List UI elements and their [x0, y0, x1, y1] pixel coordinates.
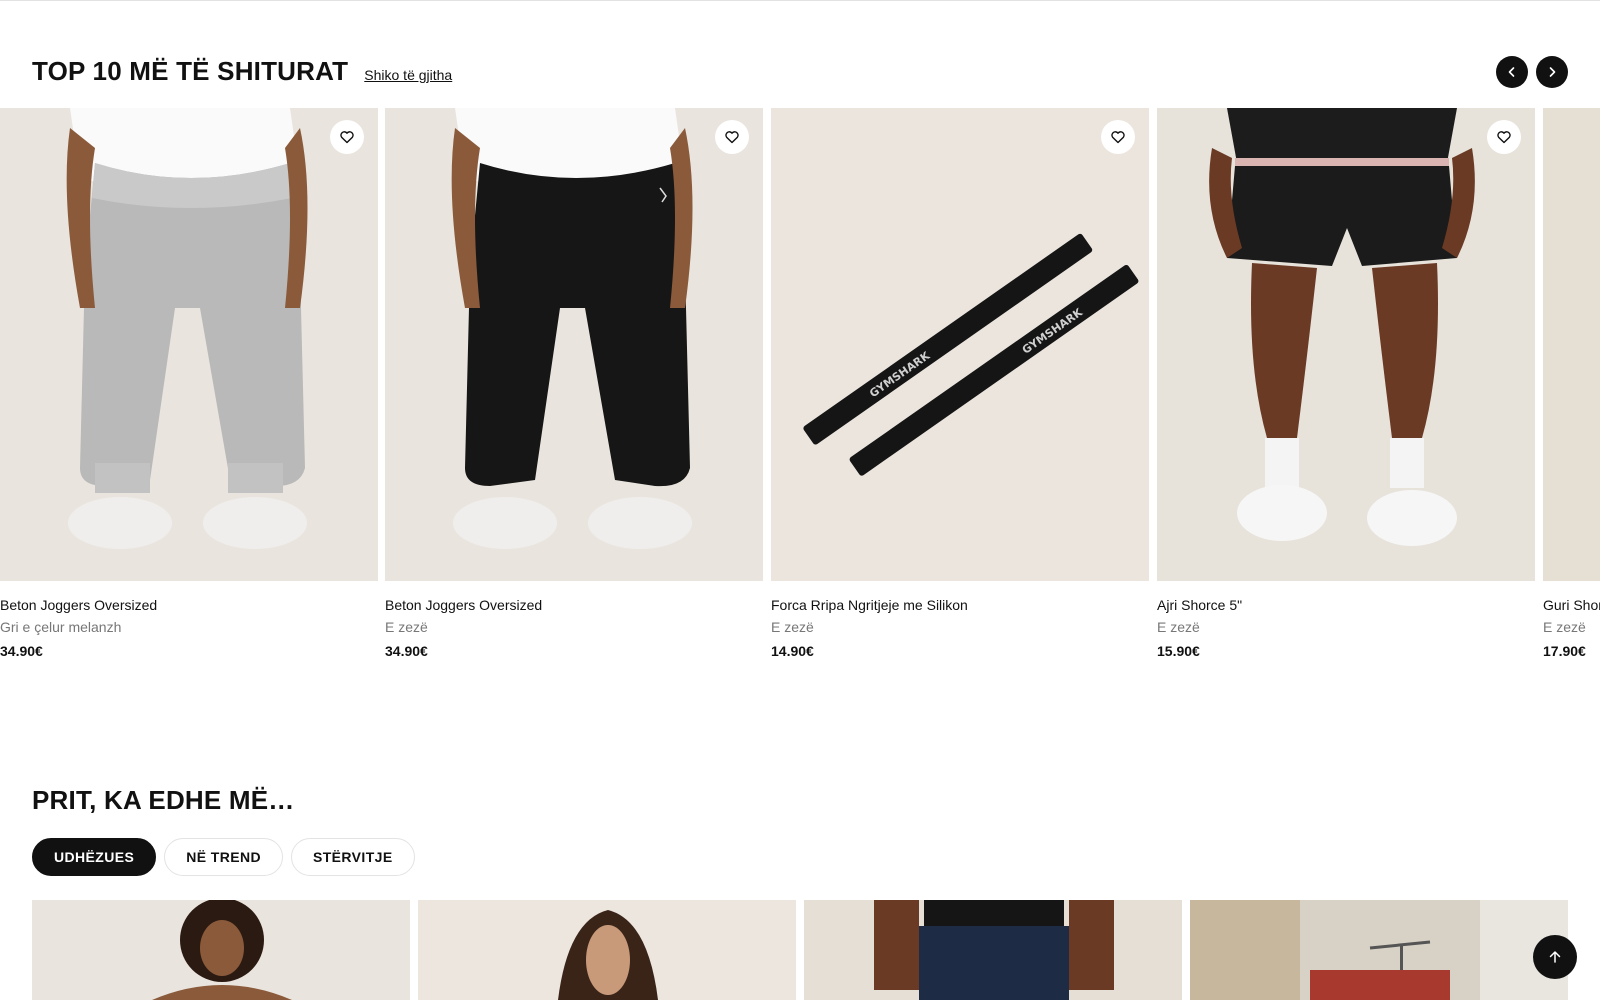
wishlist-button[interactable]	[1101, 120, 1135, 154]
content-tabs: UDHËZUES NË TREND STËRVITJE	[32, 838, 415, 876]
guide-card[interactable]	[804, 900, 1182, 1000]
lifting-straps-image: GYMSHARK GYMSHARK	[771, 108, 1149, 581]
product-color: Gri e çelur melanzh	[0, 619, 122, 635]
carousel-prev-button[interactable]	[1496, 56, 1528, 88]
guide-card[interactable]	[32, 900, 410, 1000]
product-carousel: Beton Joggers Oversized Gri e çelur mela…	[0, 108, 1600, 668]
product-price: 17.90€	[1543, 643, 1586, 659]
see-all-link[interactable]: Shiko të gjitha	[364, 67, 452, 83]
guide-image	[1190, 900, 1568, 1000]
arrow-up-icon	[1549, 951, 1561, 963]
product-image[interactable]	[1543, 108, 1600, 581]
product-color: E zezë	[385, 619, 428, 635]
black-shorts-image	[1157, 108, 1535, 581]
product-image[interactable]: GYMSHARK GYMSHARK	[771, 108, 1149, 581]
product-name[interactable]: Ajri Shorce 5"	[1157, 597, 1535, 613]
product-card[interactable]: Ajri Shorce 5" E zezë 15.90€	[1157, 108, 1535, 659]
carousel-controls	[1496, 56, 1568, 88]
product-name[interactable]: Forca Rripa Ngritjeje me Silikon	[771, 597, 1149, 613]
product-price: 34.90€	[385, 643, 428, 659]
product-color: E zezë	[1543, 619, 1586, 635]
back-to-top-button[interactable]	[1533, 935, 1577, 979]
product-image[interactable]	[0, 108, 378, 581]
guide-image	[804, 900, 1182, 1000]
product-card[interactable]: GYMSHARK GYMSHARK Forca Rripa Ngritjeje …	[771, 108, 1149, 659]
heart-icon	[1111, 131, 1125, 144]
heart-icon	[725, 131, 739, 144]
heart-icon	[340, 131, 354, 144]
tab-ne-trend[interactable]: NË TREND	[164, 838, 283, 876]
guide-card[interactable]	[1190, 900, 1568, 1000]
product-image[interactable]	[1157, 108, 1535, 581]
product-name[interactable]: Beton Joggers Oversized	[385, 597, 763, 613]
product-price: 15.90€	[1157, 643, 1200, 659]
product-color: E zezë	[1157, 619, 1200, 635]
product-card[interactable]: Beton Joggers Oversized E zezë 34.90€	[385, 108, 763, 659]
wishlist-button[interactable]	[715, 120, 749, 154]
tab-stervitje[interactable]: STËRVITJE	[290, 838, 415, 876]
product-name[interactable]: Beton Joggers Oversized	[0, 597, 378, 613]
product-color: E zezë	[771, 619, 814, 635]
wishlist-button[interactable]	[330, 120, 364, 154]
guide-image	[418, 900, 796, 1000]
product-card[interactable]: Guri Shor E zezë 17.90€	[1543, 108, 1600, 659]
black-joggers-image	[385, 108, 763, 581]
divider	[0, 0, 1600, 1]
stone-shorts-image	[1543, 108, 1600, 581]
grey-joggers-image	[0, 108, 378, 581]
guide-carousel	[32, 900, 1568, 1000]
chevron-left-icon	[1508, 67, 1515, 77]
product-name[interactable]: Guri Shor	[1543, 597, 1600, 613]
section-title: TOP 10 MË TË SHITURAT	[32, 56, 349, 86]
product-price: 34.90€	[0, 643, 43, 659]
carousel-next-button[interactable]	[1536, 56, 1568, 88]
chevron-right-icon	[1549, 67, 1556, 77]
guide-image	[32, 900, 410, 1000]
product-price: 14.90€	[771, 643, 814, 659]
page: TOP 10 MË TË SHITURAT Shiko të gjitha Be…	[0, 0, 1600, 1000]
tab-udhezues[interactable]: UDHËZUES	[32, 838, 157, 876]
wishlist-button[interactable]	[1487, 120, 1521, 154]
product-card[interactable]: Beton Joggers Oversized Gri e çelur mela…	[0, 108, 378, 659]
heart-icon	[1497, 131, 1511, 144]
bestsellers-header: TOP 10 MË TË SHITURAT Shiko të gjitha	[32, 56, 452, 87]
guide-card[interactable]	[418, 900, 796, 1000]
section-title: PRIT, KA EDHE MË…	[32, 785, 295, 815]
product-image[interactable]	[385, 108, 763, 581]
